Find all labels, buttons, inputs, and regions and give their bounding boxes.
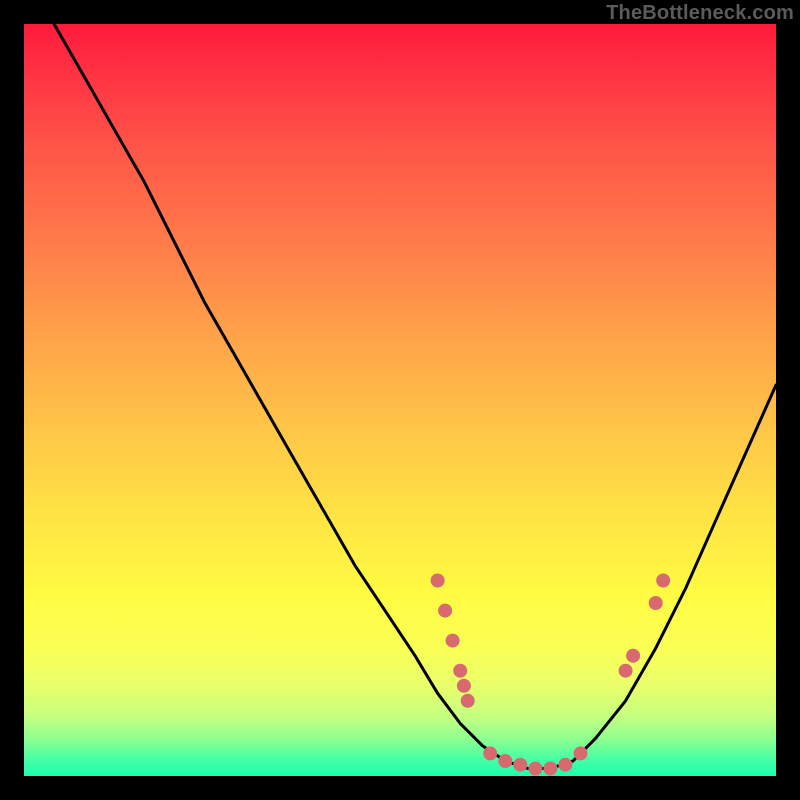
data-point [457, 679, 471, 693]
data-point [543, 762, 557, 776]
watermark-text: TheBottleneck.com [606, 2, 794, 25]
data-point [453, 664, 467, 678]
data-point [574, 746, 588, 760]
data-point [626, 649, 640, 663]
data-point [528, 762, 542, 776]
plot-area [24, 24, 776, 776]
data-point [649, 596, 663, 610]
data-point [483, 746, 497, 760]
bottleneck-curve [54, 24, 776, 769]
curve-layer [24, 24, 776, 776]
chart-frame: TheBottleneck.com [0, 0, 800, 800]
data-point [498, 754, 512, 768]
data-points [431, 574, 671, 776]
data-point [461, 694, 475, 708]
data-point [438, 604, 452, 618]
data-point [619, 664, 633, 678]
data-point [513, 758, 527, 772]
data-point [431, 574, 445, 588]
data-point [446, 634, 460, 648]
data-point [656, 574, 670, 588]
data-point [558, 758, 572, 772]
